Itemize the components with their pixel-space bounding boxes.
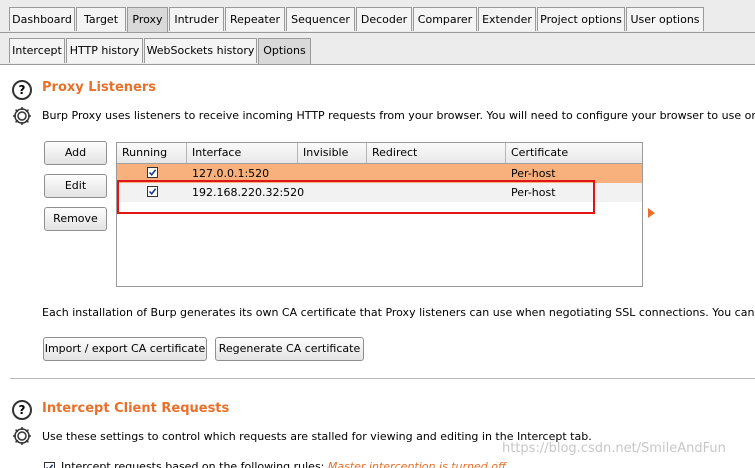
table-row[interactable]: 192.168.220.32:520 Per-host	[117, 183, 642, 202]
tab-dashboard[interactable]: Dashboard	[9, 7, 75, 31]
main-tab-bar: Dashboard Target Proxy Intruder Repeater…	[0, 0, 755, 33]
remove-listener-button[interactable]: Remove	[44, 207, 107, 231]
column-certificate[interactable]: Certificate	[506, 143, 642, 163]
tab-intruder[interactable]: Intruder	[169, 7, 224, 31]
ca-description: Each installation of Burp generates its …	[42, 306, 755, 319]
interface-cell: 127.0.0.1:520	[192, 167, 270, 180]
proxy-sub-tab-bar: Intercept HTTP history WebSockets histor…	[0, 33, 755, 65]
subtab-intercept[interactable]: Intercept	[9, 38, 65, 63]
column-running[interactable]: Running	[117, 143, 187, 163]
intercept-rules-checkbox[interactable]	[44, 462, 55, 468]
tab-user-options[interactable]: User options	[626, 7, 704, 31]
tab-sequencer[interactable]: Sequencer	[286, 7, 355, 31]
subtab-options[interactable]: Options	[258, 38, 311, 64]
column-redirect[interactable]: Redirect	[367, 143, 506, 163]
table-row[interactable]: 127.0.0.1:520 Per-host	[117, 164, 642, 183]
running-checkbox[interactable]	[147, 186, 158, 197]
intercept-rules-line: Intercept requests based on the followin…	[61, 460, 506, 468]
master-interception-note: Master interception is turned off	[327, 460, 506, 468]
tab-extender[interactable]: Extender	[478, 7, 536, 31]
section-divider	[10, 378, 755, 379]
tab-target[interactable]: Target	[76, 7, 126, 31]
tab-repeater[interactable]: Repeater	[225, 7, 285, 31]
interface-cell: 192.168.220.32:520	[192, 186, 305, 199]
import-export-ca-button[interactable]: Import / export CA certificate	[43, 337, 207, 361]
tab-proxy[interactable]: Proxy	[127, 7, 168, 32]
tab-project-options[interactable]: Project options	[537, 7, 625, 31]
proxy-listeners-title: Proxy Listeners	[42, 80, 156, 95]
tab-decoder[interactable]: Decoder	[356, 7, 412, 31]
listeners-table[interactable]: Running Interface Invisible Redirect Cer…	[116, 142, 643, 287]
help-icon[interactable]: ?	[12, 80, 32, 100]
proxy-listeners-description: Burp Proxy uses listeners to receive inc…	[42, 109, 755, 122]
help-icon[interactable]: ?	[12, 400, 32, 420]
expand-arrow-icon[interactable]	[648, 208, 655, 218]
subtab-http-history[interactable]: HTTP history	[66, 38, 143, 63]
edit-listener-button[interactable]: Edit	[44, 174, 107, 198]
regenerate-ca-button[interactable]: Regenerate CA certificate	[215, 337, 364, 361]
gear-icon[interactable]	[11, 425, 33, 447]
column-interface[interactable]: Interface	[187, 143, 298, 163]
tab-comparer[interactable]: Comparer	[413, 7, 477, 31]
intercept-rules-label: Intercept requests based on the followin…	[61, 460, 325, 468]
add-listener-button[interactable]: Add	[44, 141, 107, 165]
watermark: https://blog.csdn.net/SmileAndFun	[502, 441, 726, 456]
certificate-cell: Per-host	[511, 186, 556, 199]
listeners-table-header: Running Interface Invisible Redirect Cer…	[117, 143, 642, 164]
intercept-client-title: Intercept Client Requests	[42, 401, 230, 416]
column-invisible[interactable]: Invisible	[298, 143, 367, 163]
subtab-websockets-history[interactable]: WebSockets history	[144, 38, 257, 63]
certificate-cell: Per-host	[511, 167, 556, 180]
gear-icon[interactable]	[11, 105, 33, 127]
options-panel: ? Proxy Listeners Burp Proxy uses listen…	[0, 65, 755, 468]
running-checkbox[interactable]	[147, 167, 158, 178]
